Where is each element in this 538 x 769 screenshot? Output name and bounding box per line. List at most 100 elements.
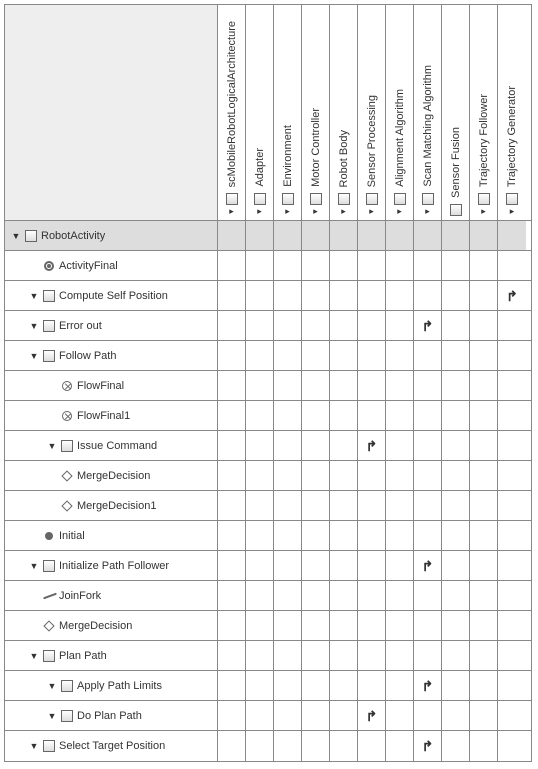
matrix-cell[interactable]: [274, 461, 302, 490]
matrix-cell[interactable]: [470, 641, 498, 670]
matrix-cell[interactable]: [274, 641, 302, 670]
matrix-cell[interactable]: [302, 221, 330, 250]
matrix-cell[interactable]: [470, 671, 498, 700]
matrix-cell[interactable]: [498, 701, 526, 730]
matrix-cell[interactable]: [414, 431, 442, 460]
matrix-cell[interactable]: [274, 251, 302, 280]
matrix-cell[interactable]: [470, 701, 498, 730]
matrix-cell[interactable]: [274, 521, 302, 550]
matrix-cell[interactable]: [246, 221, 274, 250]
matrix-cell[interactable]: [414, 461, 442, 490]
matrix-cell[interactable]: [442, 281, 470, 310]
matrix-cell[interactable]: [218, 671, 246, 700]
matrix-cell[interactable]: [470, 401, 498, 430]
matrix-cell[interactable]: [274, 311, 302, 340]
matrix-cell[interactable]: [414, 401, 442, 430]
row-label-cell[interactable]: MergeDecision: [5, 611, 218, 640]
matrix-cell[interactable]: [358, 311, 386, 340]
matrix-cell[interactable]: [386, 221, 414, 250]
matrix-cell[interactable]: [358, 551, 386, 580]
matrix-cell[interactable]: [414, 641, 442, 670]
row-label-cell[interactable]: ▼Follow Path: [5, 341, 218, 370]
column-header[interactable]: Environment▸: [274, 5, 302, 220]
row-label-cell[interactable]: ▼Error out: [5, 311, 218, 340]
matrix-cell[interactable]: [358, 521, 386, 550]
matrix-cell[interactable]: [442, 491, 470, 520]
matrix-cell[interactable]: [246, 371, 274, 400]
matrix-cell[interactable]: ↱: [414, 671, 442, 700]
matrix-cell[interactable]: [218, 611, 246, 640]
matrix-cell[interactable]: [498, 551, 526, 580]
matrix-cell[interactable]: [218, 641, 246, 670]
matrix-cell[interactable]: [358, 371, 386, 400]
expander-icon[interactable]: ▼: [47, 681, 57, 691]
matrix-cell[interactable]: [302, 581, 330, 610]
matrix-cell[interactable]: [218, 551, 246, 580]
matrix-cell[interactable]: [498, 461, 526, 490]
matrix-cell[interactable]: [442, 311, 470, 340]
matrix-cell[interactable]: [302, 491, 330, 520]
matrix-cell[interactable]: [330, 671, 358, 700]
matrix-cell[interactable]: [414, 581, 442, 610]
matrix-cell[interactable]: [246, 521, 274, 550]
matrix-cell[interactable]: [274, 671, 302, 700]
matrix-cell[interactable]: [218, 491, 246, 520]
matrix-cell[interactable]: [386, 251, 414, 280]
matrix-cell[interactable]: [218, 371, 246, 400]
matrix-cell[interactable]: [302, 281, 330, 310]
matrix-cell[interactable]: [386, 431, 414, 460]
matrix-cell[interactable]: [302, 461, 330, 490]
matrix-cell[interactable]: [246, 581, 274, 610]
row-label-cell[interactable]: ▼Apply Path Limits: [5, 671, 218, 700]
matrix-cell[interactable]: [442, 371, 470, 400]
matrix-cell[interactable]: [218, 581, 246, 610]
matrix-cell[interactable]: [442, 731, 470, 761]
column-header[interactable]: Trajectory Generator▸: [498, 5, 526, 220]
matrix-cell[interactable]: [330, 281, 358, 310]
matrix-cell[interactable]: [330, 551, 358, 580]
matrix-cell[interactable]: [302, 311, 330, 340]
row-label-cell[interactable]: ▼RobotActivity: [5, 221, 218, 250]
expand-arrow-icon[interactable]: ▸: [425, 207, 430, 216]
matrix-cell[interactable]: [442, 611, 470, 640]
matrix-cell[interactable]: [218, 341, 246, 370]
matrix-cell[interactable]: [218, 401, 246, 430]
matrix-cell[interactable]: [246, 551, 274, 580]
matrix-cell[interactable]: [330, 341, 358, 370]
matrix-cell[interactable]: [358, 401, 386, 430]
matrix-cell[interactable]: [302, 671, 330, 700]
matrix-cell[interactable]: [386, 461, 414, 490]
matrix-cell[interactable]: [274, 401, 302, 430]
matrix-cell[interactable]: [302, 641, 330, 670]
row-label-cell[interactable]: FlowFinal1: [5, 401, 218, 430]
matrix-cell[interactable]: [386, 671, 414, 700]
expander-icon[interactable]: ▼: [29, 561, 39, 571]
matrix-cell[interactable]: [246, 401, 274, 430]
row-label-cell[interactable]: ▼Issue Command: [5, 431, 218, 460]
matrix-cell[interactable]: [414, 341, 442, 370]
matrix-cell[interactable]: [246, 671, 274, 700]
matrix-cell[interactable]: [470, 371, 498, 400]
matrix-cell[interactable]: [358, 581, 386, 610]
matrix-cell[interactable]: ↱: [358, 431, 386, 460]
matrix-cell[interactable]: [498, 671, 526, 700]
row-label-cell[interactable]: ▼Compute Self Position: [5, 281, 218, 310]
matrix-cell[interactable]: [386, 491, 414, 520]
matrix-cell[interactable]: [470, 731, 498, 761]
row-label-cell[interactable]: ▼Plan Path: [5, 641, 218, 670]
matrix-cell[interactable]: [274, 281, 302, 310]
expand-arrow-icon[interactable]: ▸: [341, 207, 346, 216]
expander-icon[interactable]: ▼: [29, 351, 39, 361]
matrix-cell[interactable]: [274, 701, 302, 730]
row-label-cell[interactable]: Initial: [5, 521, 218, 550]
matrix-cell[interactable]: [498, 341, 526, 370]
matrix-cell[interactable]: [302, 251, 330, 280]
matrix-cell[interactable]: [442, 521, 470, 550]
matrix-cell[interactable]: [358, 641, 386, 670]
matrix-cell[interactable]: [330, 581, 358, 610]
matrix-cell[interactable]: ↱: [414, 731, 442, 761]
matrix-cell[interactable]: [218, 431, 246, 460]
matrix-cell[interactable]: [330, 311, 358, 340]
matrix-cell[interactable]: [498, 491, 526, 520]
matrix-cell[interactable]: [386, 341, 414, 370]
